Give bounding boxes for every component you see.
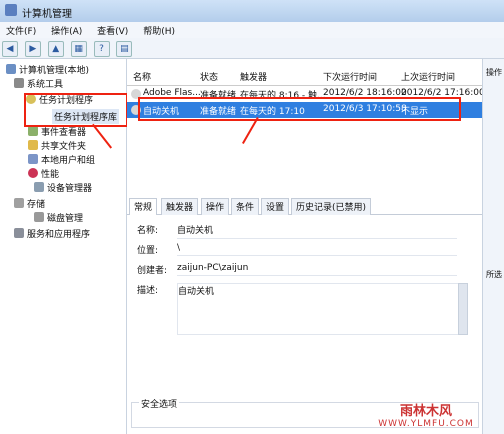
show-hide-tree-icon[interactable]: ▦ bbox=[70, 41, 87, 57]
watermark-url: WWW.YLMFU.COM bbox=[378, 419, 474, 429]
tools-icon bbox=[14, 78, 24, 88]
task-list-panel: 名称 状态 触发器 下次运行时间 上次运行时间 Adobe Flas... 准备… bbox=[127, 59, 485, 434]
location-value: \ bbox=[177, 243, 457, 256]
app-icon bbox=[5, 4, 17, 16]
author-value: zaijun-PC\zaijun bbox=[177, 263, 457, 276]
device-manager-icon bbox=[34, 182, 44, 192]
annotation-box-tree bbox=[24, 93, 128, 127]
menu-bar: 文件(F) 操作(A) 查看(V) 帮助(H) bbox=[0, 22, 504, 39]
help-icon[interactable]: ? bbox=[93, 41, 110, 57]
computer-icon bbox=[6, 64, 16, 74]
menu-view[interactable]: 查看(V) bbox=[91, 22, 134, 39]
services-icon bbox=[14, 228, 24, 238]
author-label: 创建者: bbox=[137, 266, 168, 276]
tree-disk-management[interactable]: 磁盘管理 bbox=[34, 211, 83, 224]
actions-panel: 操作 所选 bbox=[482, 59, 504, 434]
name-value[interactable]: 自动关机 bbox=[177, 223, 457, 239]
name-label: 名称: bbox=[137, 226, 159, 236]
col-last-run[interactable]: 上次运行时间 bbox=[401, 70, 455, 83]
general-form: 名称: 自动关机 位置: \ 创建者: zaijun-PC\zaijun 描述:… bbox=[127, 217, 482, 397]
event-viewer-icon bbox=[28, 126, 38, 136]
tree-device-manager[interactable]: 设备管理器 bbox=[34, 181, 92, 194]
storage-icon bbox=[14, 198, 24, 208]
tree-local-users[interactable]: 本地用户和组 bbox=[28, 153, 95, 166]
up-folder-icon[interactable]: ▲ bbox=[47, 41, 64, 57]
annotation-arrow-task bbox=[242, 117, 259, 144]
tree-system-tools[interactable]: 系统工具 bbox=[14, 77, 63, 90]
title-bar: 计算机管理 bbox=[0, 0, 504, 23]
tab-general[interactable]: 常规 bbox=[129, 198, 158, 215]
menu-file[interactable]: 文件(F) bbox=[0, 22, 42, 39]
tab-conditions[interactable]: 条件 bbox=[231, 198, 260, 215]
shared-folder-icon bbox=[28, 140, 38, 150]
description-label: 描述: bbox=[137, 286, 159, 296]
detail-tabs: 常规 触发器 操作 条件 设置 历史记录(已禁用) bbox=[127, 196, 482, 215]
back-icon[interactable]: ◀ bbox=[2, 41, 18, 57]
actions-header: 操作 bbox=[486, 68, 502, 77]
watermark: 雨林木风 WWW.YLMFU.COM bbox=[356, 400, 496, 430]
menu-help[interactable]: 帮助(H) bbox=[137, 22, 181, 39]
security-options-label: 安全选项 bbox=[139, 397, 180, 410]
col-trigger[interactable]: 触发器 bbox=[240, 70, 267, 83]
menu-action[interactable]: 操作(A) bbox=[45, 22, 88, 39]
tree-shared-folders[interactable]: 共享文件夹 bbox=[28, 139, 86, 152]
tree-services[interactable]: 服务和应用程序 bbox=[14, 227, 90, 240]
window-title: 计算机管理 bbox=[22, 9, 72, 20]
annotation-arrow-tree bbox=[92, 123, 113, 149]
col-status[interactable]: 状态 bbox=[200, 70, 218, 83]
toolbar: ◀ ▶ ▲ ▦ ? ▤ bbox=[0, 38, 504, 59]
description-value[interactable]: 自动关机 bbox=[177, 283, 459, 335]
tab-actions[interactable]: 操作 bbox=[201, 198, 230, 215]
grid-header: 名称 状态 触发器 下次运行时间 上次运行时间 bbox=[127, 67, 482, 86]
tree-root[interactable]: 计算机管理(本地) bbox=[6, 63, 89, 76]
watermark-title: 雨林木风 bbox=[399, 404, 452, 419]
col-name[interactable]: 名称 bbox=[133, 70, 151, 83]
tab-history[interactable]: 历史记录(已禁用) bbox=[291, 198, 372, 215]
tree-storage[interactable]: 存储 bbox=[14, 197, 45, 210]
forward-icon[interactable]: ▶ bbox=[24, 41, 41, 57]
desc-scrollbar[interactable] bbox=[458, 283, 468, 335]
properties-icon[interactable]: ▤ bbox=[116, 41, 133, 57]
users-icon bbox=[28, 154, 38, 164]
tab-settings[interactable]: 设置 bbox=[261, 198, 290, 215]
tree-performance[interactable]: 性能 bbox=[28, 167, 59, 180]
selected-header: 所选 bbox=[486, 270, 502, 279]
tab-triggers[interactable]: 触发器 bbox=[161, 198, 199, 215]
performance-icon bbox=[28, 168, 38, 178]
annotation-box-selected-task bbox=[138, 97, 461, 121]
location-label: 位置: bbox=[137, 246, 159, 256]
disk-icon bbox=[34, 212, 44, 222]
navigation-tree: 计算机管理(本地) 系统工具 任务计划程序 任务计划程序库 事件查看器 共享文件… bbox=[0, 59, 128, 434]
col-next-run[interactable]: 下次运行时间 bbox=[323, 70, 377, 83]
